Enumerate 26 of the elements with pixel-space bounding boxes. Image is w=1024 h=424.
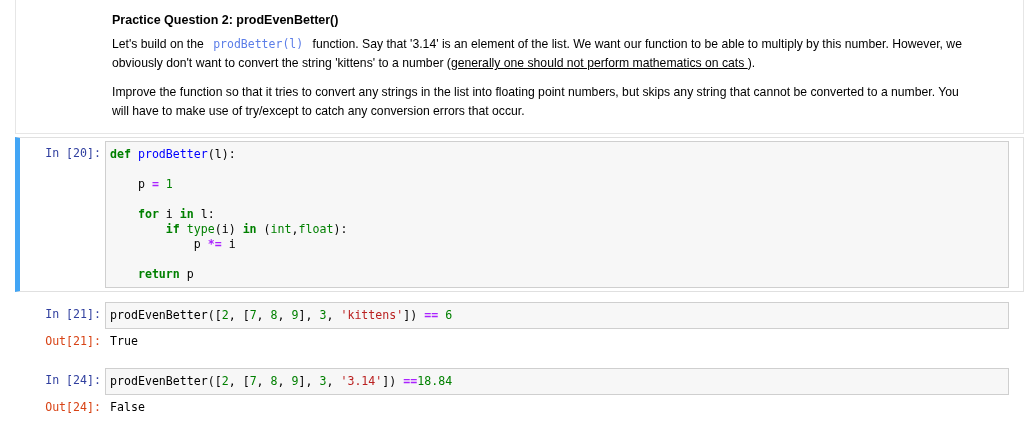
code-line: if type(i) in (int,float): xyxy=(164,222,349,237)
paragraph: Improve the function so that it tries to convert any strings in the list into floating point numbers, but skips any string that cannot be converted to a number. You will have to make use of try/except to catch any conversion errors that occur. xyxy=(112,84,960,120)
output-prompt: Out[24]: xyxy=(44,399,102,415)
code-line: return p xyxy=(136,267,195,282)
code-editor[interactable]: prodEvenBetter([2, [7, 8, 9], 3, 'kittens']) == 6 xyxy=(105,302,1009,329)
code-line: prodEvenBetter([2, [7, 8, 9], 3, '3.14']) ==18.84 xyxy=(110,374,454,389)
code-line: def prodBetter(l): xyxy=(110,147,237,162)
code-cell[interactable]: In [21]: prodEvenBetter([2, [7, 8, 9], 3, 'kittens']) == 6 Out[21]: True xyxy=(15,298,1024,358)
input-prompt: In [21]: xyxy=(44,306,102,322)
code-cell[interactable]: In [24]: prodEvenBetter([2, [7, 8, 9], 3, '3.14']) ==18.84 Out[24]: False xyxy=(15,364,1024,424)
markdown-cell[interactable] xyxy=(15,0,1024,134)
code-line: p *= i xyxy=(192,237,237,252)
code-line: prodEvenBetter([2, [7, 8, 9], 3, 'kittens']) == 6 xyxy=(110,308,454,323)
link[interactable]: generally one should not perform mathematics on cats xyxy=(450,56,748,70)
question-heading: Practice Question 2: prodEvenBetter() xyxy=(112,13,340,27)
code-cell[interactable]: In [20]: def prodBetter(l): p = 1 for i in l: if type(i) in (int,float): p *= i return p xyxy=(15,137,1024,292)
input-prompt: In [20]: xyxy=(44,145,102,161)
code-editor[interactable]: def prodBetter(l): p = 1 for i in l: if type(i) in (int,float): p *= i return p xyxy=(105,141,1009,288)
output-prompt: Out[21]: xyxy=(44,333,102,349)
paragraph: Let's build on the prodBetter(l) function. Say that '3.14' is an element of the list. We want our function to be able to multiply by this number. However, we obviously don't want to convert the string 'kittens' to a number (generally one should not perform mathematics on cats ). xyxy=(112,36,963,72)
output-text: False xyxy=(109,399,146,416)
code-editor[interactable]: prodEvenBetter([2, [7, 8, 9], 3, '3.14']) ==18.84 xyxy=(105,368,1009,395)
output-text: True xyxy=(109,333,139,350)
input-prompt: In [24]: xyxy=(44,372,102,388)
code-line: for i in l: xyxy=(136,207,216,222)
code-line: p = 1 xyxy=(136,177,174,192)
